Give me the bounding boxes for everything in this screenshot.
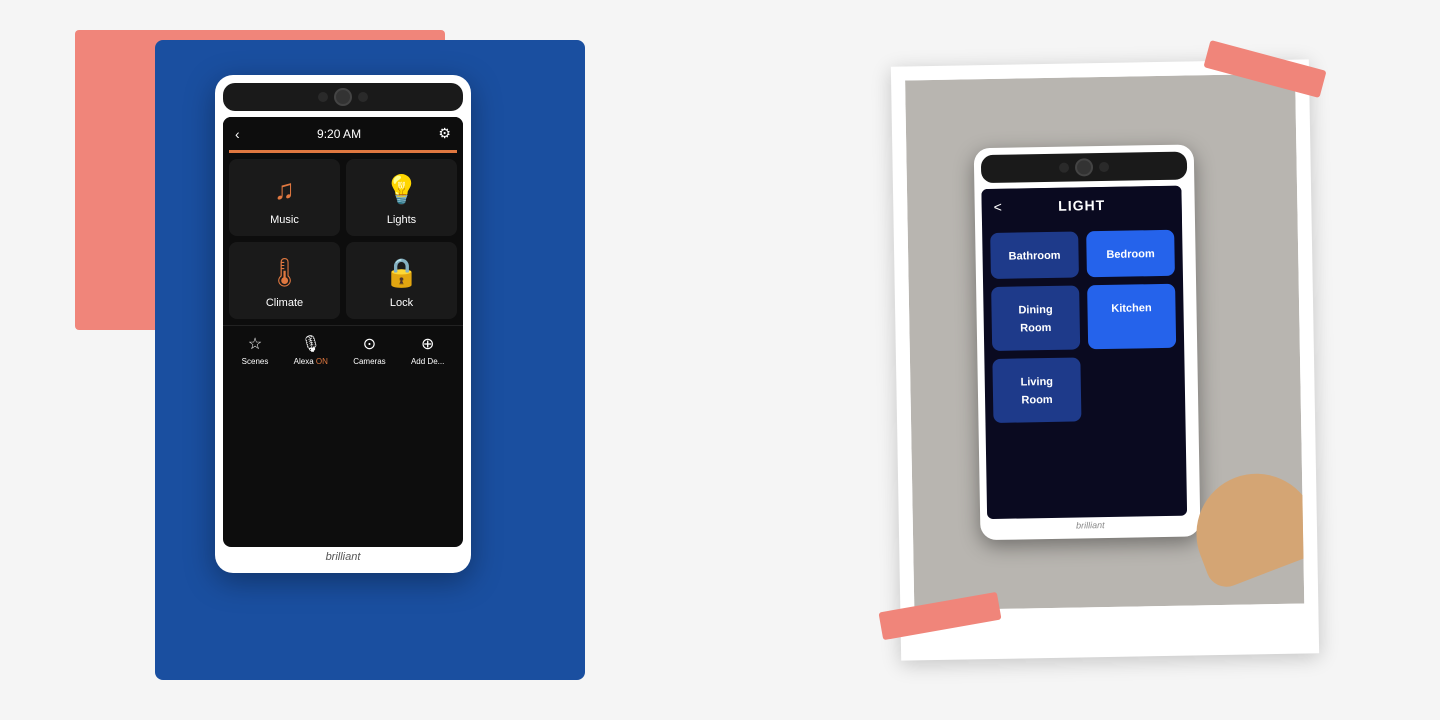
music-label: Music bbox=[270, 214, 299, 226]
brand-left: brilliant bbox=[223, 547, 463, 565]
nav-alexa[interactable]: 🎙 Alexa ON bbox=[294, 334, 328, 366]
brilliant-device-left: ‹ 9:20 AM ⚙ ♫ Music 💡 Lights 🌡 bbox=[215, 75, 471, 573]
settings-icon[interactable]: ⚙ bbox=[438, 125, 451, 142]
scenes-icon: ☆ bbox=[248, 334, 262, 354]
climate-label: Climate bbox=[266, 297, 303, 309]
add-icon: ⊕ bbox=[421, 334, 434, 354]
left-section: ‹ 9:20 AM ⚙ ♫ Music 💡 Lights 🌡 bbox=[55, 0, 715, 720]
climate-icon: 🌡 bbox=[267, 256, 303, 289]
lock-label: Lock bbox=[390, 297, 413, 309]
device-screen-right: < LIGHT Bathroom Bedroom bbox=[981, 186, 1187, 519]
music-tile[interactable]: ♫ Music bbox=[229, 159, 340, 236]
camera-dot-r2 bbox=[1099, 162, 1109, 172]
living-room-label: LivingRoom bbox=[1020, 376, 1053, 407]
rooms-grid: Bathroom Bedroom DiningRoom Kitchen bbox=[982, 222, 1186, 431]
lock-tile[interactable]: 🔒 Lock bbox=[346, 242, 457, 319]
bedroom-label: Bedroom bbox=[1106, 248, 1154, 261]
camera-dot-1 bbox=[318, 92, 328, 102]
dining-room-label: DiningRoom bbox=[1018, 304, 1052, 335]
kitchen-label: Kitchen bbox=[1111, 302, 1152, 315]
lights-label: Lights bbox=[387, 214, 416, 226]
camera-lens-left bbox=[334, 88, 352, 106]
living-room-button[interactable]: LivingRoom bbox=[992, 357, 1081, 423]
right-section: < LIGHT Bathroom Bedroom bbox=[825, 0, 1385, 720]
dining-room-button[interactable]: DiningRoom bbox=[991, 285, 1080, 351]
nav-scenes[interactable]: ☆ Scenes bbox=[242, 334, 269, 366]
lock-icon: 🔒 bbox=[384, 256, 419, 289]
time-display: 9:20 AM bbox=[317, 127, 361, 141]
light-screen-header: < LIGHT bbox=[981, 186, 1182, 225]
light-back-arrow[interactable]: < bbox=[994, 199, 1002, 215]
bathroom-label: Bathroom bbox=[1008, 250, 1060, 263]
photo-background: < LIGHT Bathroom Bedroom bbox=[905, 74, 1304, 611]
main-grid: ♫ Music 💡 Lights 🌡 Climate 🔒 Lock bbox=[223, 153, 463, 325]
brand-right: brilliant bbox=[987, 515, 1193, 533]
bottom-nav: ☆ Scenes 🎙 Alexa ON ⊙ Cameras ⊕ Add De..… bbox=[223, 325, 463, 370]
kitchen-button[interactable]: Kitchen bbox=[1087, 284, 1176, 350]
camera-bar-left bbox=[223, 83, 463, 111]
cameras-nav-label: Cameras bbox=[353, 357, 385, 366]
scenes-nav-label: Scenes bbox=[242, 357, 269, 366]
screen-header-left: ‹ 9:20 AM ⚙ bbox=[223, 117, 463, 150]
camera-dot-2 bbox=[358, 92, 368, 102]
music-icon: ♫ bbox=[274, 174, 295, 206]
device-screen-left: ‹ 9:20 AM ⚙ ♫ Music 💡 Lights 🌡 bbox=[223, 117, 463, 547]
brilliant-device-right: < LIGHT Bathroom Bedroom bbox=[974, 144, 1201, 540]
camera-lens-right bbox=[1075, 158, 1093, 176]
add-nav-label: Add De... bbox=[411, 357, 444, 366]
polaroid-photo: < LIGHT Bathroom Bedroom bbox=[905, 74, 1304, 611]
climate-tile[interactable]: 🌡 Climate bbox=[229, 242, 340, 319]
lights-icon: 💡 bbox=[384, 173, 419, 206]
back-arrow-left[interactable]: ‹ bbox=[235, 126, 240, 142]
camera-dot-r1 bbox=[1059, 163, 1069, 173]
cameras-icon: ⊙ bbox=[363, 334, 376, 354]
bathroom-button[interactable]: Bathroom bbox=[990, 231, 1079, 279]
alexa-nav-label: Alexa ON bbox=[294, 357, 328, 366]
light-title: LIGHT bbox=[1058, 197, 1105, 214]
bedroom-button[interactable]: Bedroom bbox=[1086, 230, 1175, 278]
lights-tile[interactable]: 💡 Lights bbox=[346, 159, 457, 236]
polaroid-frame: < LIGHT Bathroom Bedroom bbox=[891, 59, 1319, 660]
nav-add[interactable]: ⊕ Add De... bbox=[411, 334, 444, 366]
alexa-icon: 🎙 bbox=[301, 334, 321, 354]
nav-cameras[interactable]: ⊙ Cameras bbox=[353, 334, 385, 366]
camera-bar-right bbox=[981, 152, 1187, 184]
